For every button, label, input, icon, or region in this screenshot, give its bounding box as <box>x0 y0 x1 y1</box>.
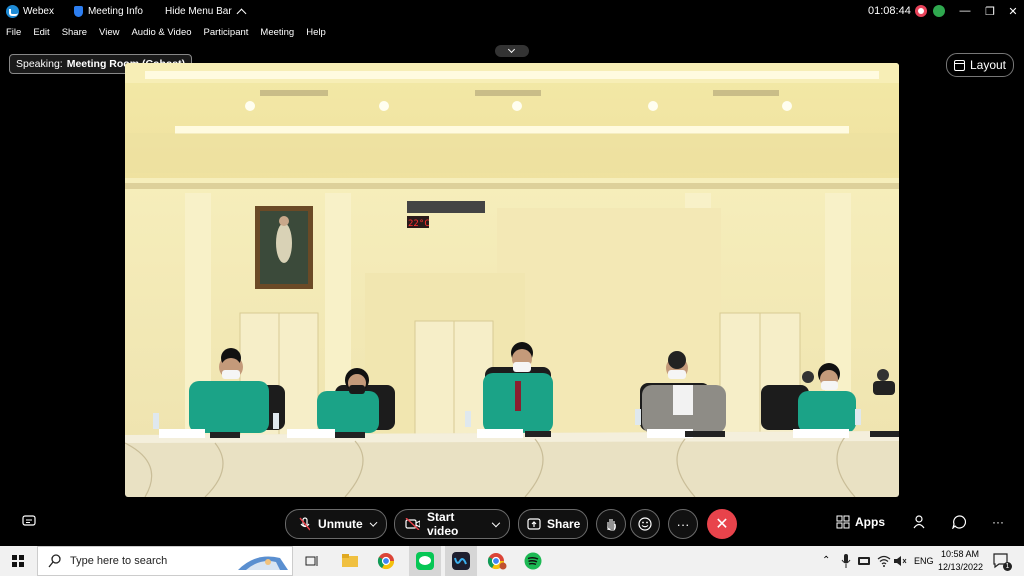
share-button[interactable]: Share <box>518 509 588 539</box>
participants-icon <box>913 515 925 529</box>
raise-hand-button[interactable] <box>596 509 626 539</box>
webex-logo-icon <box>6 4 19 18</box>
menu-bar: File Edit Share View Audio & Video Parti… <box>0 25 332 41</box>
chrome-profile-icon[interactable] <box>487 552 507 570</box>
layout-button[interactable]: Layout <box>946 53 1014 77</box>
tray-overflow-chevron-icon[interactable]: ⌃ <box>822 555 830 566</box>
webex-taskbar-tile[interactable] <box>445 546 477 576</box>
captions-svg <box>22 515 36 526</box>
chevron-down-icon[interactable] <box>492 518 501 527</box>
taskbar-date[interactable]: 12/13/2022 <box>938 562 983 572</box>
search-placeholder: Type here to search <box>70 555 168 567</box>
file-explorer-icon[interactable] <box>341 553 359 569</box>
chat-button[interactable] <box>952 515 966 529</box>
menu-help[interactable]: Help <box>300 25 332 41</box>
chat-icon <box>952 515 966 529</box>
hide-menu-bar-label: Hide Menu Bar <box>165 5 232 17</box>
connection-status-icon[interactable] <box>933 5 945 17</box>
hand-icon <box>607 519 616 531</box>
unmute-label: Unmute <box>318 517 363 531</box>
video-feed: 22°C <box>125 63 899 497</box>
meeting-info-button[interactable]: Meeting Info <box>54 0 143 22</box>
windows-taskbar: Type here to search ⌃ ENG 10:58 AM 12/13… <box>0 546 1024 576</box>
menu-meeting[interactable]: Meeting <box>254 25 300 41</box>
chrome-icon[interactable] <box>377 552 395 570</box>
tray-device-icon[interactable] <box>857 555 871 567</box>
line-app-icon <box>416 552 434 570</box>
menu-view[interactable]: View <box>93 25 125 41</box>
unmute-button[interactable]: Unmute <box>285 509 387 539</box>
participants-button[interactable] <box>913 515 927 529</box>
task-view-icon[interactable] <box>305 554 319 568</box>
captions-icon[interactable] <box>22 515 36 527</box>
speaker-muted-icon[interactable] <box>893 555 907 567</box>
webex-app-menu[interactable]: Webex <box>0 0 54 22</box>
video-off-icon <box>405 518 421 530</box>
recording-icon[interactable] <box>915 5 927 17</box>
layout-label: Layout <box>969 58 1007 72</box>
taskbar-time[interactable]: 10:58 AM <box>941 549 979 559</box>
search-highlight-illustration-icon <box>238 556 288 570</box>
meeting-info-label: Meeting Info <box>87 5 143 17</box>
menu-audio-video[interactable]: Audio & Video <box>125 25 197 41</box>
app-name: Webex <box>23 5 54 17</box>
search-icon <box>48 554 61 568</box>
reactions-button[interactable] <box>630 509 660 539</box>
share-icon <box>527 518 541 530</box>
tray-mic-icon[interactable] <box>841 554 851 568</box>
menu-edit[interactable]: Edit <box>27 25 55 41</box>
chevron-up-icon <box>236 8 247 18</box>
apps-icon <box>836 515 850 529</box>
leave-meeting-button[interactable]: ✕ <box>707 509 737 539</box>
close-window-button[interactable]: ✕ <box>1006 4 1020 18</box>
restore-button[interactable]: ❐ <box>983 4 997 18</box>
menu-share[interactable]: Share <box>56 25 93 41</box>
windows-start-icon[interactable] <box>12 555 24 567</box>
webex-taskbar-icon <box>452 552 470 570</box>
chevron-down-icon[interactable] <box>369 518 378 527</box>
language-indicator[interactable]: ENG <box>914 556 934 566</box>
spotify-icon[interactable] <box>524 552 542 570</box>
taskbar-search-box[interactable]: Type here to search <box>37 546 293 576</box>
minimize-button[interactable]: — <box>958 4 972 18</box>
thermostat-readout: 22°C <box>408 219 430 229</box>
apps-button[interactable]: Apps <box>836 515 885 529</box>
more-options-button[interactable]: ··· <box>668 509 698 539</box>
notification-count-badge: 1 <box>1003 562 1012 571</box>
mic-muted-icon <box>299 517 311 531</box>
wifi-icon[interactable] <box>877 555 891 567</box>
more-panels-button[interactable]: ··· <box>992 515 1004 529</box>
menu-participant[interactable]: Participant <box>198 25 255 41</box>
smiley-icon <box>638 517 652 531</box>
collapse-toolbar-toggle[interactable] <box>495 45 529 57</box>
meeting-room-video: 22°C <box>125 63 899 497</box>
shield-icon <box>73 5 83 17</box>
layout-icon <box>953 59 965 71</box>
start-video-label: Start video <box>427 510 459 538</box>
meeting-timer: 01:08:44 <box>868 5 911 17</box>
line-app-tile[interactable] <box>409 546 441 576</box>
share-label: Share <box>547 517 581 531</box>
speaking-label: Speaking: <box>16 58 63 70</box>
menu-file[interactable]: File <box>0 25 27 41</box>
apps-label: Apps <box>855 515 885 529</box>
start-video-button[interactable]: Start video <box>394 509 510 539</box>
hide-menu-bar-button[interactable]: Hide Menu Bar <box>165 0 247 22</box>
